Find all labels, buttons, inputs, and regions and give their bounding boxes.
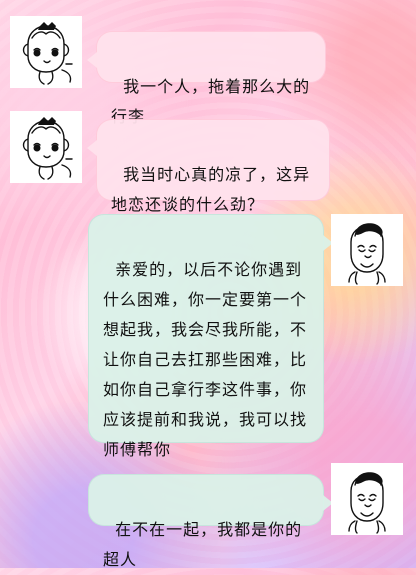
cartoon-girl-icon [22, 117, 73, 180]
cartoon-girl-icon [22, 22, 73, 85]
message-bubble[interactable]: 我一个人，拖着那么大的行李 [87, 31, 326, 126]
girl-avatar[interactable] [10, 16, 82, 88]
message-text: 我当时心真的凉了，这异地恋还谈的什么劲？ [111, 165, 311, 214]
cartoon-boy-icon [348, 223, 386, 285]
boy-avatar[interactable] [331, 214, 403, 286]
girl-avatar[interactable] [10, 111, 82, 183]
message-bubble[interactable]: 我当时心真的凉了，这异地恋还谈的什么劲？ [87, 119, 330, 214]
boy-avatar[interactable] [331, 463, 403, 535]
message-text: 在不在一起，我都是你的超人 [103, 520, 303, 569]
cartoon-boy-icon [348, 472, 386, 534]
message-text: 亲爱的，以后不论你遇到什么困难，你一定要第一个想起我，我会尽我所能，不让你自己去… [103, 260, 308, 459]
message-bubble[interactable]: 在不在一起，我都是你的超人 [88, 474, 333, 569]
message-bubble[interactable]: 亲爱的，以后不论你遇到什么困难，你一定要第一个想起我，我会尽我所能，不让你自己去… [88, 214, 333, 459]
